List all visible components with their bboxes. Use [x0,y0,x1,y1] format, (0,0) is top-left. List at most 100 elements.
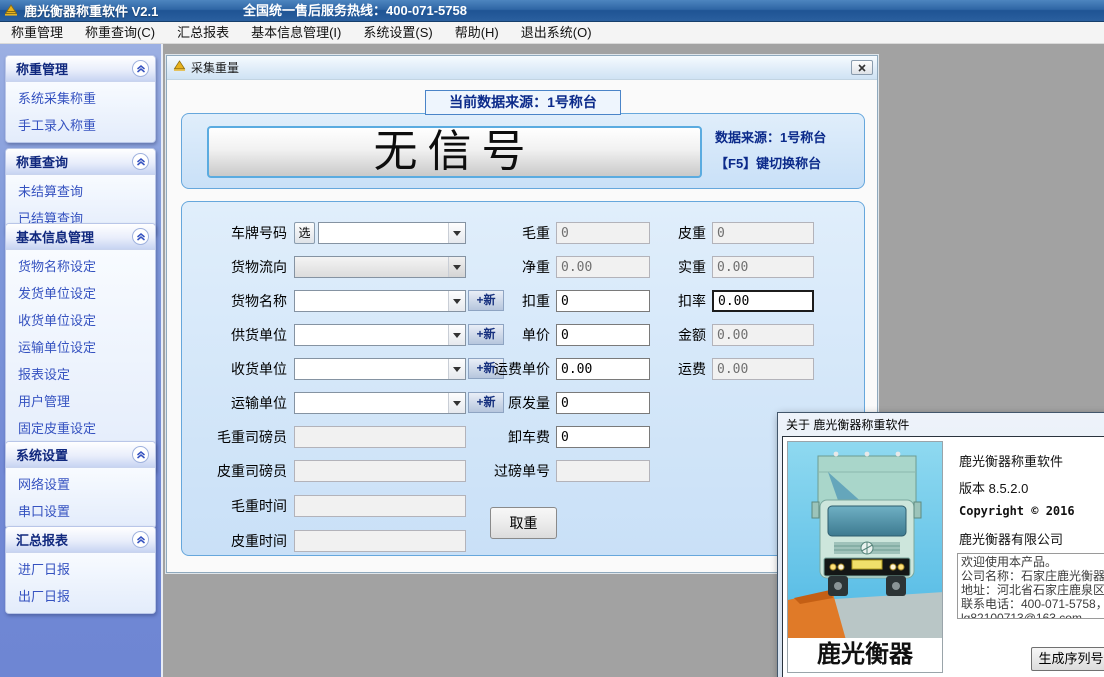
section-header-summary-report[interactable]: 汇总报表 [6,527,155,553]
about-dialog: 关于 鹿光衡器称重软件 [777,412,1104,677]
goods-flow-combo[interactable] [294,256,466,278]
section-title: 基本信息管理 [16,227,94,246]
section-header-system-settings[interactable]: 系统设置 [6,442,155,468]
section-title: 称重查询 [16,152,68,171]
menu-weigh-manage[interactable]: 称重管理 [0,22,74,44]
goods-name-combo[interactable] [294,290,466,312]
tare-time-field [294,530,466,552]
sidebar-item-fixed-tare[interactable]: 固定皮重设定 [6,414,155,441]
sidebar-section-system-settings: 系统设置 网络设置 串口设置 [5,441,156,529]
tare-operator-label: 皮重司磅员 [182,460,287,482]
app-titlebar: 鹿光衡器称重软件 V2.1 全国统一售后服务热线：400-071-5758 [0,0,1104,22]
menu-system-settings[interactable]: 系统设置(S) [352,22,443,44]
sidebar: 称重管理 系统采集称重 手工录入称重 称重查询 未结算查询 已结算查询 基本信息… [0,44,163,677]
about-product-name: 鹿光衡器称重软件 [959,451,1063,470]
window-close-button[interactable] [851,60,873,75]
about-dialog-body: 鹿光衡器 鹿光衡器称重软件 版本 8.5.2.0 Copyright © 201… [782,436,1104,677]
generate-serial-button[interactable]: 生成序列号 [1031,647,1104,671]
gross-operator-label: 毛重司磅员 [182,426,287,448]
receiver-unit-label: 收货单位 [182,358,287,380]
tare-weight-label: 皮重 [632,222,706,244]
tare-weight-field [712,222,814,244]
freight-field [712,358,814,380]
sidebar-item-user-manage[interactable]: 用户管理 [6,387,155,414]
weigh-form-panel: 车牌号码 选 货物流向 货物名称 +新 供货单位 +新 收货单位 +新 运输单位… [181,201,865,556]
take-weight-button[interactable]: 取重 [490,507,557,539]
menu-exit[interactable]: 退出系统(O) [510,22,603,44]
deduct-weight-label: 扣重 [442,290,550,312]
menu-basic-info[interactable]: 基本信息管理(I) [240,22,352,44]
transport-unit-label: 运输单位 [182,392,287,414]
sidebar-item-system-weigh[interactable]: 系统采集称重 [6,84,155,111]
freight-label: 运费 [632,358,706,380]
section-items: 网络设置 串口设置 [6,468,155,528]
unit-price-label: 单价 [442,324,550,346]
chevron-up-icon[interactable] [132,531,149,548]
capture-weight-window: 采集重量 当前数据来源：1号称台 无信号 数据来源：1号称台 【F5】键切换称台… [166,55,878,573]
section-header-weigh-query[interactable]: 称重查询 [6,149,155,175]
window-title: 采集重量 [191,59,851,76]
weight-display-panel: 无信号 数据来源：1号称台 【F5】键切换称台 [181,113,865,189]
supplier-unit-label: 供货单位 [182,324,287,346]
gross-time-field [294,495,466,517]
actual-weight-label: 实重 [632,256,706,278]
section-items: 系统采集称重 手工录入称重 [6,82,155,142]
unload-fee-field[interactable] [556,426,650,448]
truck-caption: 鹿光衡器 [788,638,942,672]
sidebar-item-manual-weigh[interactable]: 手工录入称重 [6,111,155,138]
chevron-up-icon[interactable] [132,60,149,77]
window-logo-icon [173,59,186,77]
sidebar-item-receiver-unit[interactable]: 收货单位设定 [6,306,155,333]
ticket-number-label: 过磅单号 [442,460,550,482]
menu-weigh-query[interactable]: 称重查询(C) [74,22,166,44]
original-qty-field[interactable] [556,392,650,414]
gross-operator-field [294,426,466,448]
chevron-up-icon[interactable] [132,446,149,463]
sidebar-item-inbound-daily[interactable]: 进厂日报 [6,555,155,582]
about-version: 版本 8.5.2.0 [959,478,1028,497]
sidebar-section-summary-report: 汇总报表 进厂日报 出厂日报 [5,526,156,614]
chevron-up-icon[interactable] [132,153,149,170]
section-header-weigh-manage[interactable]: 称重管理 [6,56,155,82]
actual-weight-field [712,256,814,278]
app-logo-icon [4,4,18,17]
receiver-unit-combo[interactable] [294,358,466,380]
amount-label: 金额 [632,324,706,346]
section-title: 汇总报表 [16,530,68,549]
hotline-text: 全国统一售后服务热线：400-071-5758 [243,0,467,22]
sidebar-item-serial-settings[interactable]: 串口设置 [6,497,155,524]
data-source-label: 数据来源：1号称台 [715,127,826,146]
menu-summary-report[interactable]: 汇总报表 [166,22,240,44]
sidebar-item-goods-name[interactable]: 货物名称设定 [6,252,155,279]
transport-unit-combo[interactable] [294,392,466,414]
about-company: 鹿光衡器有限公司 [959,529,1063,548]
supplier-unit-combo[interactable] [294,324,466,346]
chevron-up-icon[interactable] [132,228,149,245]
sidebar-item-transport-unit[interactable]: 运输单位设定 [6,333,155,360]
deduct-rate-field[interactable] [712,290,814,312]
gross-weight-label: 毛重 [442,222,550,244]
select-plate-button[interactable]: 选 [294,222,315,244]
ticket-number-field [556,460,650,482]
app-title: 鹿光衡器称重软件 V2.1 [24,1,158,20]
section-title: 系统设置 [16,445,68,464]
net-weight-label: 净重 [442,256,550,278]
sidebar-item-network-settings[interactable]: 网络设置 [6,470,155,497]
section-items: 货物名称设定 发货单位设定 收货单位设定 运输单位设定 报表设定 用户管理 固定… [6,250,155,472]
sidebar-item-outbound-daily[interactable]: 出厂日报 [6,582,155,609]
sidebar-item-shipper-unit[interactable]: 发货单位设定 [6,279,155,306]
section-title: 称重管理 [16,59,68,78]
section-header-basic-info[interactable]: 基本信息管理 [6,224,155,250]
about-dialog-title: 关于 鹿光衡器称重软件 [786,416,1104,433]
plate-number-label: 车牌号码 [182,222,287,244]
sidebar-item-report-setting[interactable]: 报表设定 [6,360,155,387]
sidebar-item-unsettled-query[interactable]: 未结算查询 [6,177,155,204]
truck-image: 鹿光衡器 [787,441,943,673]
menu-help[interactable]: 帮助(H) [444,22,510,44]
menubar: 称重管理 称重查询(C) 汇总报表 基本信息管理(I) 系统设置(S) 帮助(H… [0,22,1104,44]
goods-flow-label: 货物流向 [182,256,287,278]
amount-field [712,324,814,346]
tare-operator-field [294,460,466,482]
tare-time-label: 皮重时间 [182,530,287,552]
mdi-area: 采集重量 当前数据来源：1号称台 无信号 数据来源：1号称台 【F5】键切换称台… [165,44,1104,677]
